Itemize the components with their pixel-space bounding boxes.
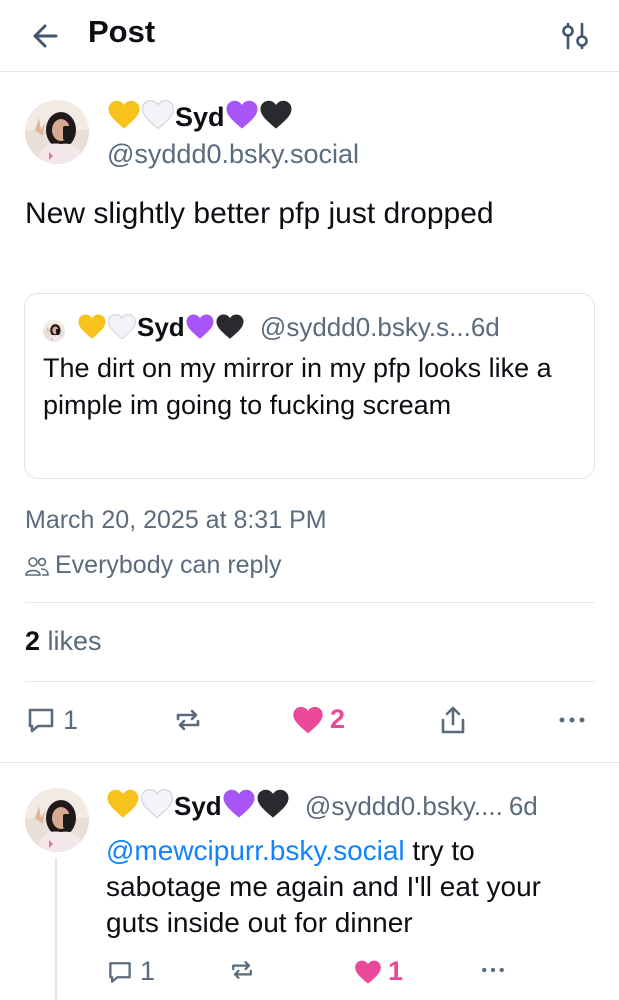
likes-count: 2 [25, 626, 41, 656]
sliders-icon [562, 22, 588, 50]
more-dots-icon [559, 717, 585, 723]
share-button[interactable] [438, 704, 468, 736]
people-icon [25, 556, 49, 576]
black-heart-icon [259, 99, 293, 130]
black-heart-icon [215, 313, 245, 340]
reply-like-count: 1 [388, 956, 404, 986]
more-dots-icon [482, 967, 504, 973]
white-heart-icon [141, 99, 175, 130]
quote-header: Syd @syddd0.bsky.s...6d [77, 312, 500, 343]
reply-avatar[interactable] [25, 788, 89, 852]
like-button[interactable]: 2 [292, 704, 345, 735]
post-author-handle[interactable]: @syddd0.bsky.social [107, 137, 359, 171]
thread-settings-button[interactable] [559, 18, 591, 54]
repost-icon [232, 960, 252, 980]
purple-heart-icon [222, 788, 256, 819]
divider [0, 762, 619, 763]
black-heart-icon [256, 788, 290, 819]
heart-filled-icon [355, 960, 381, 984]
post-date: March 20, 2025 at 8:31 PM [25, 506, 327, 534]
yellow-heart-icon [106, 788, 140, 819]
quote-author-name: Syd [137, 312, 185, 342]
reply-button[interactable]: 1 [25, 704, 78, 736]
like-count: 2 [330, 704, 346, 734]
reply-text: @mewcipurr.bsky.social try to sabotage m… [106, 833, 586, 941]
reply-repost-button[interactable] [228, 956, 256, 984]
back-button[interactable] [28, 18, 64, 54]
divider [25, 681, 595, 682]
reply-header[interactable]: Syd @syddd0.bsky.... 6d [106, 788, 538, 823]
reply-permission-text: Everybody can reply [55, 551, 282, 579]
post-text: New slightly better pfp just dropped [25, 197, 494, 230]
quote-avatar [43, 320, 65, 342]
thread-line [55, 858, 57, 1000]
top-bar: Post [0, 0, 619, 72]
quote-author-handle: @syddd0.bsky.s... [259, 312, 471, 342]
reply-time: 6d [508, 791, 538, 821]
heart-filled-icon [293, 706, 323, 733]
reply-reply-count: 1 [140, 956, 156, 986]
purple-heart-icon [185, 313, 215, 340]
repost-icon [176, 709, 200, 731]
divider [25, 602, 595, 603]
reply-more-options-button[interactable] [478, 956, 508, 984]
yellow-heart-icon [77, 313, 107, 340]
white-heart-icon [107, 313, 137, 340]
post-author-name-line[interactable]: Syd [107, 99, 293, 134]
likes-label: likes [47, 626, 102, 656]
quoted-post[interactable]: Syd @syddd0.bsky.s...6d The dirt on my m… [24, 293, 595, 479]
repost-button[interactable] [172, 704, 204, 736]
yellow-heart-icon [107, 99, 141, 130]
reply-like-button[interactable]: 1 [354, 956, 403, 987]
mention-link[interactable]: @mewcipurr.bsky.social [106, 835, 405, 866]
purple-heart-icon [225, 99, 259, 130]
avatar[interactable] [25, 100, 89, 164]
comment-icon [109, 961, 131, 983]
share-icon [441, 706, 465, 734]
quote-text: The dirt on my mirror in my pfp looks li… [43, 353, 552, 420]
arrow-left-icon [33, 24, 58, 48]
reply-author-name: Syd [174, 791, 222, 821]
post-author-name: Syd [175, 102, 225, 132]
comment-icon [28, 708, 54, 733]
reply-author-handle: @syddd0.bsky.... [304, 791, 503, 821]
reply-reply-button[interactable]: 1 [106, 956, 155, 987]
likes-summary[interactable]: 2 likes [25, 626, 102, 657]
page-title: Post [88, 14, 156, 49]
reply-permission: Everybody can reply [25, 551, 282, 580]
quote-time: 6d [470, 312, 500, 342]
more-options-button[interactable] [556, 704, 588, 736]
white-heart-icon [140, 788, 174, 819]
reply-count: 1 [63, 704, 79, 735]
